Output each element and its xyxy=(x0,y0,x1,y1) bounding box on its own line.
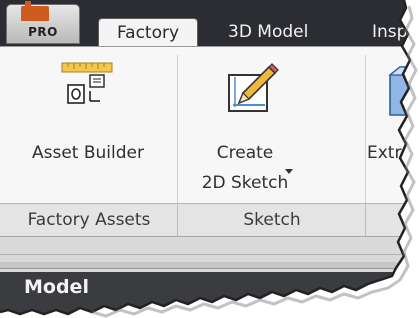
torn-edge-decoration xyxy=(0,0,420,318)
screenshot-frame: PRO Factory 3D Model Insp Asset Builder … xyxy=(0,0,420,318)
